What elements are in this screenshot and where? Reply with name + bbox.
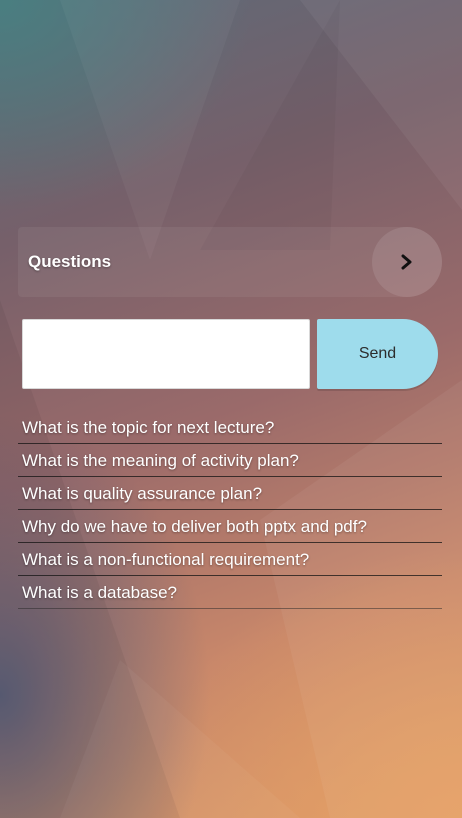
question-composer: Send <box>22 319 438 389</box>
question-item[interactable]: What is the meaning of activity plan? <box>18 445 442 477</box>
question-item[interactable]: Why do we have to deliver both pptx and … <box>18 511 442 543</box>
question-item[interactable]: What is a database? <box>18 577 442 609</box>
chevron-right-icon <box>401 254 412 270</box>
question-list: What is the topic for next lecture? What… <box>18 412 442 610</box>
question-item[interactable]: What is quality assurance plan? <box>18 478 442 510</box>
question-item[interactable]: What is the topic for next lecture? <box>18 412 442 444</box>
question-input[interactable] <box>22 319 310 389</box>
question-item[interactable]: What is a non-functional requirement? <box>18 544 442 576</box>
questions-panel-header[interactable]: Questions <box>18 227 442 297</box>
background-pattern <box>0 0 462 818</box>
questions-expand-button[interactable] <box>372 227 442 297</box>
questions-title: Questions <box>28 252 112 271</box>
send-button[interactable]: Send <box>317 319 438 389</box>
